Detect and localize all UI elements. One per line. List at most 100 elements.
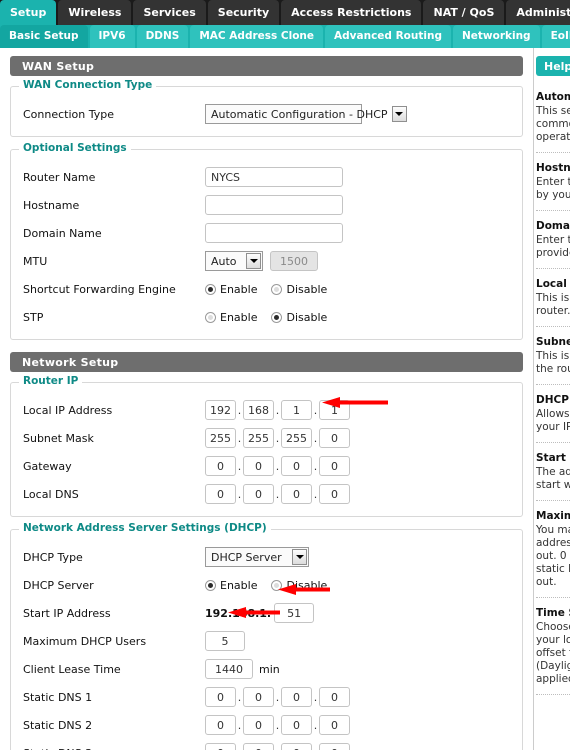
mtu-mode-value: Auto [211, 255, 241, 268]
local-dns-octet-2[interactable] [243, 484, 274, 504]
dhcp-server-disable-radio[interactable]: Disable [271, 579, 327, 592]
dhcp-type-select[interactable]: DHCP Server [205, 547, 309, 567]
dhcp-server-disable-label: Disable [286, 579, 327, 592]
mtu-mode-select[interactable]: Auto [205, 251, 263, 271]
optional-settings-legend: Optional Settings [19, 142, 131, 154]
static-dns-1-octet-4[interactable] [319, 687, 350, 707]
dhcp-server-enable-radio[interactable]: Enable [205, 579, 257, 592]
static-dns-1-octet-2[interactable] [243, 687, 274, 707]
stp-disable-label: Disable [286, 311, 327, 324]
local-dns-octet-4[interactable] [319, 484, 350, 504]
divider [536, 597, 570, 598]
row-local-ip-address: Local IP Address . . . [11, 396, 522, 424]
router-ip-fieldset: Router IP Local IP Address . . . S [10, 382, 523, 517]
static-dns-2-octet-2[interactable] [243, 715, 274, 735]
router-name-label: Router Name [23, 171, 205, 184]
static-dns-1-octet-1[interactable] [205, 687, 236, 707]
maximum-dhcp-users-label: Maximum DHCP Users [23, 635, 205, 648]
local-ip-octet-4[interactable] [319, 400, 350, 420]
gateway-octet-1[interactable] [205, 456, 236, 476]
help-entry-text: This is the address of the router. [536, 292, 570, 318]
octet-separator: . [274, 404, 281, 417]
subtab-mac-address-clone[interactable]: MAC Address Clone [190, 25, 323, 48]
start-ip-input[interactable] [274, 603, 314, 623]
static-dns-3-label: Static DNS 3 [23, 747, 205, 750]
tab-nat-qos[interactable]: NAT / QoS [423, 0, 504, 25]
static-dns-2-octet-1[interactable] [205, 715, 236, 735]
local-ip-octet-3[interactable] [281, 400, 312, 420]
divider [536, 500, 570, 501]
row-static-dns-2: Static DNS 2 . . . [11, 711, 522, 739]
static-dns-1-octet-3[interactable] [281, 687, 312, 707]
subtab-ddns[interactable]: DDNS [137, 25, 189, 48]
octet-separator: . [312, 691, 319, 704]
local-ip-octet-1[interactable] [205, 400, 236, 420]
subtab-basic-setup[interactable]: Basic Setup [0, 25, 88, 48]
divider [536, 152, 570, 153]
static-dns-2-octet-4[interactable] [319, 715, 350, 735]
client-lease-time-input[interactable] [205, 659, 253, 679]
octet-separator: . [236, 460, 243, 473]
tab-access-restrictions[interactable]: Access Restrictions [281, 0, 421, 25]
subnet-mask-octet-1[interactable] [205, 428, 236, 448]
row-static-dns-1: Static DNS 1 . . . [11, 683, 522, 711]
router-name-input[interactable] [205, 167, 343, 187]
subtab-eoip-tunnel[interactable]: EoIP Tunnel [542, 25, 570, 48]
subtab-advanced-routing[interactable]: Advanced Routing [325, 25, 451, 48]
help-entry-title: DHCP Server: [536, 394, 570, 406]
settings-content: WAN Setup WAN Connection Type Connection… [0, 48, 533, 750]
wan-connection-type-fieldset: WAN Connection Type Connection Type Auto… [10, 86, 523, 137]
help-entry-text: This setting is most commonly used by ca… [536, 105, 570, 144]
tab-services[interactable]: Services [133, 0, 205, 25]
subnet-mask-octet-3[interactable] [281, 428, 312, 448]
hostname-input[interactable] [205, 195, 343, 215]
tab-administration[interactable]: Administration [506, 0, 570, 25]
connection-type-select[interactable]: Automatic Configuration - DHCP [205, 104, 362, 124]
octet-separator: . [274, 747, 281, 750]
local-dns-octet-3[interactable] [281, 484, 312, 504]
static-dns-3-octet-4[interactable] [319, 743, 350, 750]
local-ip-octet-2[interactable] [243, 400, 274, 420]
sfe-enable-label: Enable [220, 283, 257, 296]
domain-name-input[interactable] [205, 223, 343, 243]
subnet-mask-octet-4[interactable] [319, 428, 350, 448]
octet-separator: . [236, 747, 243, 750]
static-dns-2-octet-3[interactable] [281, 715, 312, 735]
row-mtu: MTU Auto [11, 247, 522, 275]
static-dns-3-octet-3[interactable] [281, 743, 312, 750]
help-entry: Hostname: Enter the host name provided b… [536, 162, 570, 211]
radio-icon [271, 312, 282, 323]
dd-wrt-basic-setup-page: Setup Wireless Services Security Access … [0, 0, 570, 750]
gateway-octet-4[interactable] [319, 456, 350, 476]
radio-icon [205, 580, 216, 591]
sfe-disable-radio[interactable]: Disable [271, 283, 327, 296]
tab-wireless[interactable]: Wireless [58, 0, 131, 25]
static-dns-3-octet-2[interactable] [243, 743, 274, 750]
dhcp-server-enable-label: Enable [220, 579, 257, 592]
local-dns-octet-1[interactable] [205, 484, 236, 504]
stp-enable-radio[interactable]: Enable [205, 311, 257, 324]
help-entry: Time Settings: Choose the time zone for … [536, 607, 570, 695]
divider [536, 442, 570, 443]
row-gateway: Gateway . . . [11, 452, 522, 480]
octet-separator: . [236, 691, 243, 704]
row-shortcut-forwarding-engine: Shortcut Forwarding Engine Enable Disabl… [11, 275, 522, 303]
local-ip-address-label: Local IP Address [23, 404, 205, 417]
sfe-enable-radio[interactable]: Enable [205, 283, 257, 296]
router-ip-legend: Router IP [19, 375, 82, 387]
stp-disable-radio[interactable]: Disable [271, 311, 327, 324]
help-entry-text: Allows the router to manage your IP addr… [536, 408, 570, 434]
maximum-dhcp-users-input[interactable] [205, 631, 245, 651]
help-entry-title: Start IP Address: [536, 452, 570, 464]
wan-setup-header: WAN Setup [10, 56, 523, 76]
static-dns-3-octet-1[interactable] [205, 743, 236, 750]
gateway-octet-2[interactable] [243, 456, 274, 476]
subtab-ipv6[interactable]: IPV6 [90, 25, 135, 48]
wan-connection-type-legend: WAN Connection Type [19, 79, 156, 91]
tab-setup[interactable]: Setup [0, 0, 56, 25]
subnet-mask-octet-2[interactable] [243, 428, 274, 448]
tab-security[interactable]: Security [208, 0, 279, 25]
row-stp: STP Enable Disable [11, 303, 522, 331]
gateway-octet-3[interactable] [281, 456, 312, 476]
subtab-networking[interactable]: Networking [453, 25, 540, 48]
